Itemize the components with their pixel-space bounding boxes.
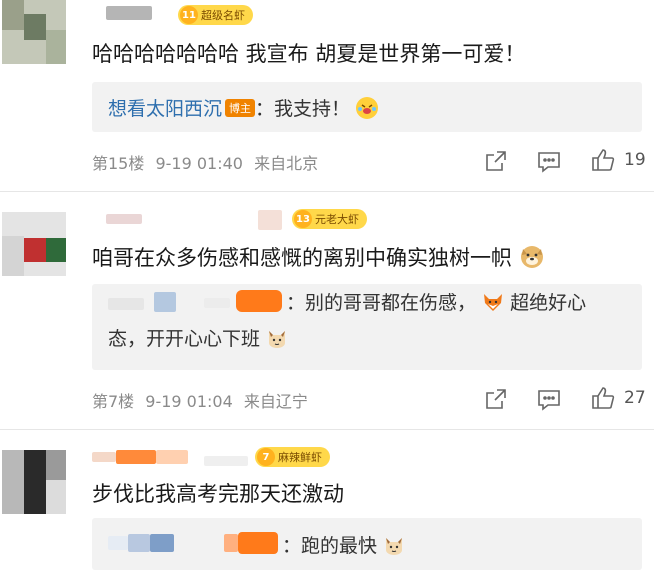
laughing-crying-emoji-icon	[356, 97, 379, 119]
comment-item: 7 麻辣鲜虾 步伐比我高考完那天还激动 ：跑的最快	[0, 430, 654, 581]
avatar[interactable]	[2, 212, 66, 276]
comment-item: 13 元老大虾 咱哥在众多伤感和感慨的离别中确实独树一帜 ：别的哥哥都在伤感， …	[0, 192, 654, 428]
avatar[interactable]	[2, 0, 66, 64]
comment-meta: 第7楼 9-19 01:04 来自辽宁	[92, 388, 308, 412]
reply-line: ：跑的最快	[282, 531, 405, 558]
doge-emoji-icon	[519, 243, 545, 269]
reply-box[interactable]: ：跑的最快	[92, 518, 642, 570]
level-number: 13	[294, 210, 312, 228]
fan-level-badge: 13 元老大虾	[292, 209, 367, 229]
username[interactable]	[92, 210, 292, 234]
comment-text: 步伐比我高考完那天还激动	[92, 482, 344, 506]
floor-number: 第15楼	[92, 154, 145, 173]
floor-number: 第7楼	[92, 392, 135, 411]
like-icon[interactable]	[590, 385, 616, 411]
comment-time: 9-19 01:04	[145, 392, 233, 411]
reply-text: 态，开开心心下班	[108, 328, 261, 350]
reply-author[interactable]: 想看太阳西沉	[108, 98, 222, 120]
badge-label: 元老大虾	[315, 213, 359, 226]
comment-text: 哈哈哈哈哈哈哈 我宣布 胡夏是世界第一可爱！	[92, 42, 526, 66]
reply-text: ：跑的最快	[282, 535, 378, 557]
comment-meta: 第15楼 9-19 01:40 来自北京	[92, 150, 318, 174]
like-count: 27	[624, 388, 646, 408]
comment-text-content: 咱哥在众多伤感和感慨的离别中确实独树一帜	[92, 246, 512, 270]
fox-emoji-icon	[482, 291, 504, 313]
level-number: 7	[257, 448, 275, 466]
blogger-tag: 博主	[225, 99, 256, 117]
comment-item: 11 超级名虾 哈哈哈哈哈哈哈 我宣布 胡夏是世界第一可爱！ 想看太阳西沉 博主：…	[0, 0, 654, 190]
comment-icon[interactable]	[536, 148, 562, 174]
comment-location: 来自辽宁	[243, 392, 308, 411]
cat-emoji-icon	[383, 534, 405, 556]
reply-box[interactable]: 想看太阳西沉 博主 ：我支持！	[92, 82, 642, 132]
comment-text: 咱哥在众多伤感和感慨的离别中确实独树一帜	[92, 242, 545, 272]
level-number: 11	[180, 6, 198, 24]
reply-box[interactable]: ：别的哥哥都在伤感， 超绝好心 态，开开心心下班	[92, 284, 642, 370]
comment-icon[interactable]	[536, 386, 562, 412]
comment-location: 来自北京	[254, 154, 319, 173]
reply-line: 态，开开心心下班	[108, 324, 288, 351]
cat-emoji-icon	[266, 327, 288, 349]
share-icon[interactable]	[483, 386, 509, 412]
fan-level-badge: 11 超级名虾	[178, 5, 253, 25]
reply-line: ：别的哥哥都在伤感， 超绝好心	[286, 288, 586, 315]
reply-text: ：我支持！	[255, 98, 351, 120]
reply-text: 超绝好心	[510, 292, 587, 314]
comment-time: 9-19 01:40	[155, 154, 243, 173]
like-count: 19	[624, 150, 646, 170]
fan-level-badge: 7 麻辣鲜虾	[255, 447, 330, 467]
badge-label: 麻辣鲜虾	[278, 451, 322, 464]
username[interactable]	[92, 448, 262, 472]
badge-label: 超级名虾	[201, 9, 245, 22]
avatar[interactable]	[2, 450, 66, 514]
like-icon[interactable]	[590, 147, 616, 173]
reply-text: ：别的哥哥都在伤感，	[286, 292, 477, 314]
share-icon[interactable]	[483, 148, 509, 174]
